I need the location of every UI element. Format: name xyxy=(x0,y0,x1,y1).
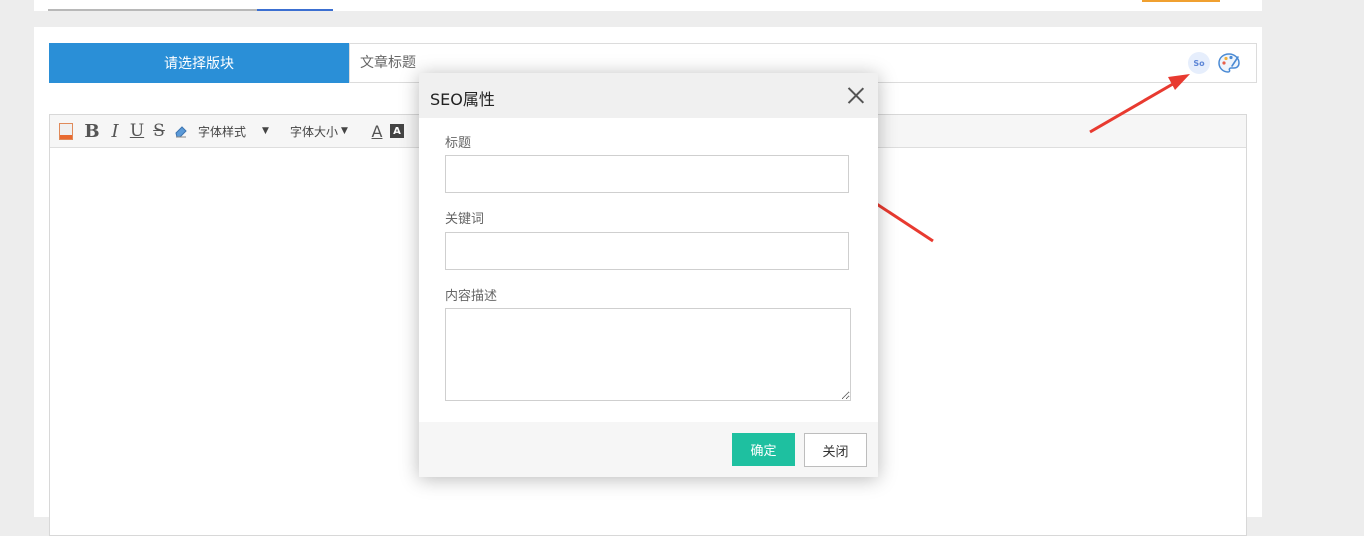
close-button[interactable]: 关闭 xyxy=(804,433,867,467)
font-size-label: 字体大小 xyxy=(290,124,339,139)
font-style-label: 字体样式 xyxy=(198,124,247,139)
dialog-title: SEO属性 xyxy=(430,90,495,109)
seo-icon[interactable]: So xyxy=(1188,52,1210,74)
seo-description-label: 内容描述 xyxy=(445,289,498,304)
source-code-icon[interactable] xyxy=(58,119,74,143)
chevron-down-icon: ▼ xyxy=(341,126,348,136)
top-card xyxy=(34,0,1262,11)
top-card-input-underline xyxy=(48,9,348,11)
font-size-select[interactable]: 字体大小 ▼ xyxy=(290,123,356,140)
dialog-footer: 确定 关闭 xyxy=(419,422,878,477)
seo-icon-text: So xyxy=(1193,58,1205,68)
underline-button[interactable]: U xyxy=(128,119,146,143)
seo-title-label: 标题 xyxy=(445,136,472,151)
background-color-button[interactable]: A xyxy=(390,124,404,138)
font-style-select[interactable]: 字体样式 ▼ xyxy=(198,123,282,140)
palette-icon[interactable] xyxy=(1217,51,1241,75)
bold-button[interactable]: B xyxy=(82,119,102,143)
chevron-down-icon: ▼ xyxy=(262,126,269,136)
seo-keywords-input[interactable] xyxy=(445,232,849,270)
eraser-icon[interactable] xyxy=(172,119,190,143)
select-block-button[interactable]: 请选择版块 xyxy=(49,43,349,83)
close-icon[interactable] xyxy=(847,86,865,104)
confirm-button[interactable]: 确定 xyxy=(732,433,795,466)
seo-title-input[interactable] xyxy=(445,155,849,193)
strikethrough-button[interactable]: S xyxy=(150,119,168,143)
italic-button[interactable]: I xyxy=(106,119,124,143)
top-card-orange-button[interactable] xyxy=(1142,0,1220,2)
dialog-header: SEO属性 xyxy=(419,73,878,118)
seo-keywords-label: 关键词 xyxy=(445,212,485,227)
seo-description-textarea[interactable] xyxy=(445,308,851,401)
font-color-button[interactable]: A xyxy=(368,119,386,143)
seo-dialog: SEO属性 标题 关键词 内容描述 确定 关闭 xyxy=(419,73,878,477)
